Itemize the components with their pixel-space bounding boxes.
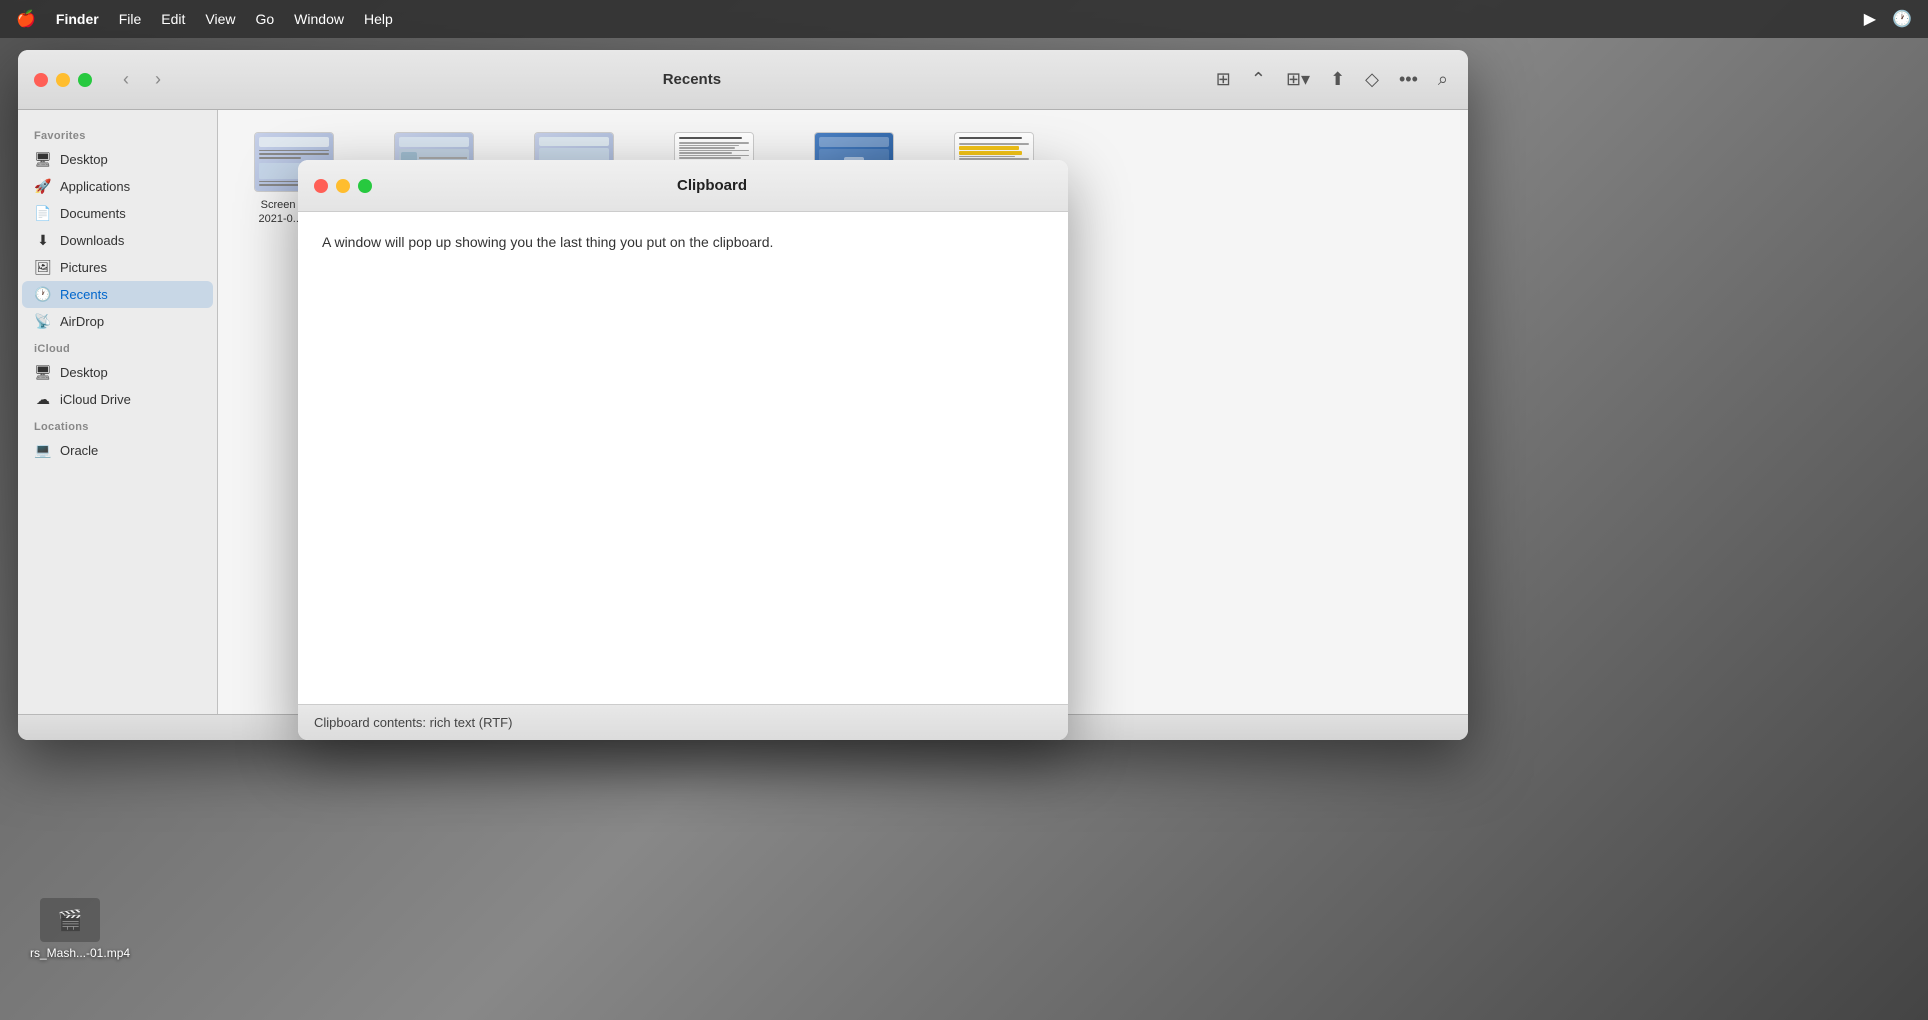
play-icon[interactable]: ▶ xyxy=(1864,9,1876,29)
documents-icon: 📄 xyxy=(34,205,52,222)
maximize-button[interactable] xyxy=(78,73,92,87)
clipboard-modal[interactable]: Clipboard A window will pop up showing y… xyxy=(298,160,1068,740)
desktop-file-icon: 🎬 xyxy=(40,898,100,942)
help-menu[interactable]: Help xyxy=(364,11,393,27)
forward-button[interactable]: › xyxy=(144,66,172,94)
finder-menu-app[interactable]: Finder xyxy=(56,11,99,27)
sidebar-label-icloud-drive: iCloud Drive xyxy=(60,392,131,407)
clipboard-description: A window will pop up showing you the las… xyxy=(322,232,1044,253)
sidebar-label-documents: Documents xyxy=(60,206,126,221)
sidebar-item-desktop[interactable]: 🖥 Desktop xyxy=(22,146,213,173)
clipboard-contents-label: Clipboard contents: rich text (RTF) xyxy=(314,715,512,730)
nav-buttons: ‹ › xyxy=(112,66,172,94)
sidebar-label-applications: Applications xyxy=(60,179,130,194)
view-menu[interactable]: View xyxy=(205,11,235,27)
sidebar-item-airdrop[interactable]: 📡 AirDrop xyxy=(22,308,213,335)
oracle-icon: 💻 xyxy=(34,442,52,459)
clipboard-modal-body: A window will pop up showing you the las… xyxy=(298,212,1068,704)
window-menu[interactable]: Window xyxy=(294,11,344,27)
share-button[interactable]: ⬆ xyxy=(1326,65,1349,94)
pictures-icon: 🖼 xyxy=(34,259,52,276)
finder-toolbar: ‹ › Recents ⊞ ⌃ ⊞▾ ⬆ ◇ ••• ⌕ xyxy=(18,50,1468,110)
clipboard-footer: Clipboard contents: rich text (RTF) xyxy=(298,704,1068,740)
sidebar-item-pictures[interactable]: 🖼 Pictures xyxy=(22,254,213,281)
airdrop-icon: 📡 xyxy=(34,313,52,330)
sidebar-label-pictures: Pictures xyxy=(60,260,107,275)
icloud-desktop-icon: 🖥 xyxy=(34,364,52,381)
sidebar-item-recents[interactable]: 🕐 Recents xyxy=(22,281,213,308)
traffic-lights xyxy=(34,73,92,87)
toolbar-right: ⊞ ⌃ ⊞▾ ⬆ ◇ ••• ⌕ xyxy=(1212,65,1452,94)
desktop-file-label: rs_Mash...-01.mp4 xyxy=(30,946,110,960)
back-button[interactable]: ‹ xyxy=(112,66,140,94)
sidebar-label-downloads: Downloads xyxy=(60,233,124,248)
sidebar-label-oracle: Oracle xyxy=(60,443,98,458)
group-button[interactable]: ⊞▾ xyxy=(1282,65,1314,94)
icloud-section-label: iCloud xyxy=(18,335,217,359)
search-button[interactable]: ⌕ xyxy=(1434,65,1452,94)
clipboard-title: Clipboard xyxy=(372,177,1052,194)
sidebar-label-recents: Recents xyxy=(60,287,108,302)
icloud-drive-icon: ☁ xyxy=(34,391,52,408)
modal-maximize-button[interactable] xyxy=(358,179,372,193)
modal-traffic-lights xyxy=(314,179,372,193)
favorites-section-label: Favorites xyxy=(18,122,217,146)
file-menu[interactable]: File xyxy=(119,11,142,27)
clock-icon[interactable]: 🕐 xyxy=(1892,9,1912,29)
sidebar-item-documents[interactable]: 📄 Documents xyxy=(22,200,213,227)
downloads-icon: ⬇ xyxy=(34,232,52,249)
modal-close-button[interactable] xyxy=(314,179,328,193)
menubar-right: ▶ 🕐 xyxy=(1864,9,1912,29)
tag-button[interactable]: ◇ xyxy=(1361,65,1383,94)
recents-icon: 🕐 xyxy=(34,286,52,303)
sidebar-item-oracle[interactable]: 💻 Oracle xyxy=(22,437,213,464)
apple-menu[interactable]: 🍎 xyxy=(16,9,36,29)
sidebar-label-desktop: Desktop xyxy=(60,152,108,167)
close-button[interactable] xyxy=(34,73,48,87)
sidebar-item-downloads[interactable]: ⬇ Downloads xyxy=(22,227,213,254)
sidebar-item-icloud-drive[interactable]: ☁ iCloud Drive xyxy=(22,386,213,413)
view-grid-button[interactable]: ⊞ xyxy=(1212,65,1235,94)
desktop-icon: 🖥 xyxy=(34,151,52,168)
modal-titlebar: Clipboard xyxy=(298,160,1068,212)
edit-menu[interactable]: Edit xyxy=(161,11,185,27)
window-title: Recents xyxy=(184,71,1200,88)
locations-section-label: Locations xyxy=(18,413,217,437)
desktop-file[interactable]: 🎬 rs_Mash...-01.mp4 xyxy=(30,898,110,960)
more-button[interactable]: ••• xyxy=(1395,65,1422,94)
minimize-button[interactable] xyxy=(56,73,70,87)
sidebar-item-applications[interactable]: 🚀 Applications xyxy=(22,173,213,200)
sidebar-label-icloud-desktop: Desktop xyxy=(60,365,108,380)
applications-icon: 🚀 xyxy=(34,178,52,195)
go-menu[interactable]: Go xyxy=(255,11,274,27)
sidebar: Favorites 🖥 Desktop 🚀 Applications 📄 Doc… xyxy=(18,110,218,714)
sidebar-item-icloud-desktop[interactable]: 🖥 Desktop xyxy=(22,359,213,386)
sidebar-label-airdrop: AirDrop xyxy=(60,314,104,329)
modal-minimize-button[interactable] xyxy=(336,179,350,193)
menubar: 🍎 Finder File Edit View Go Window Help ▶… xyxy=(0,0,1928,38)
view-options-button[interactable]: ⌃ xyxy=(1247,65,1270,94)
